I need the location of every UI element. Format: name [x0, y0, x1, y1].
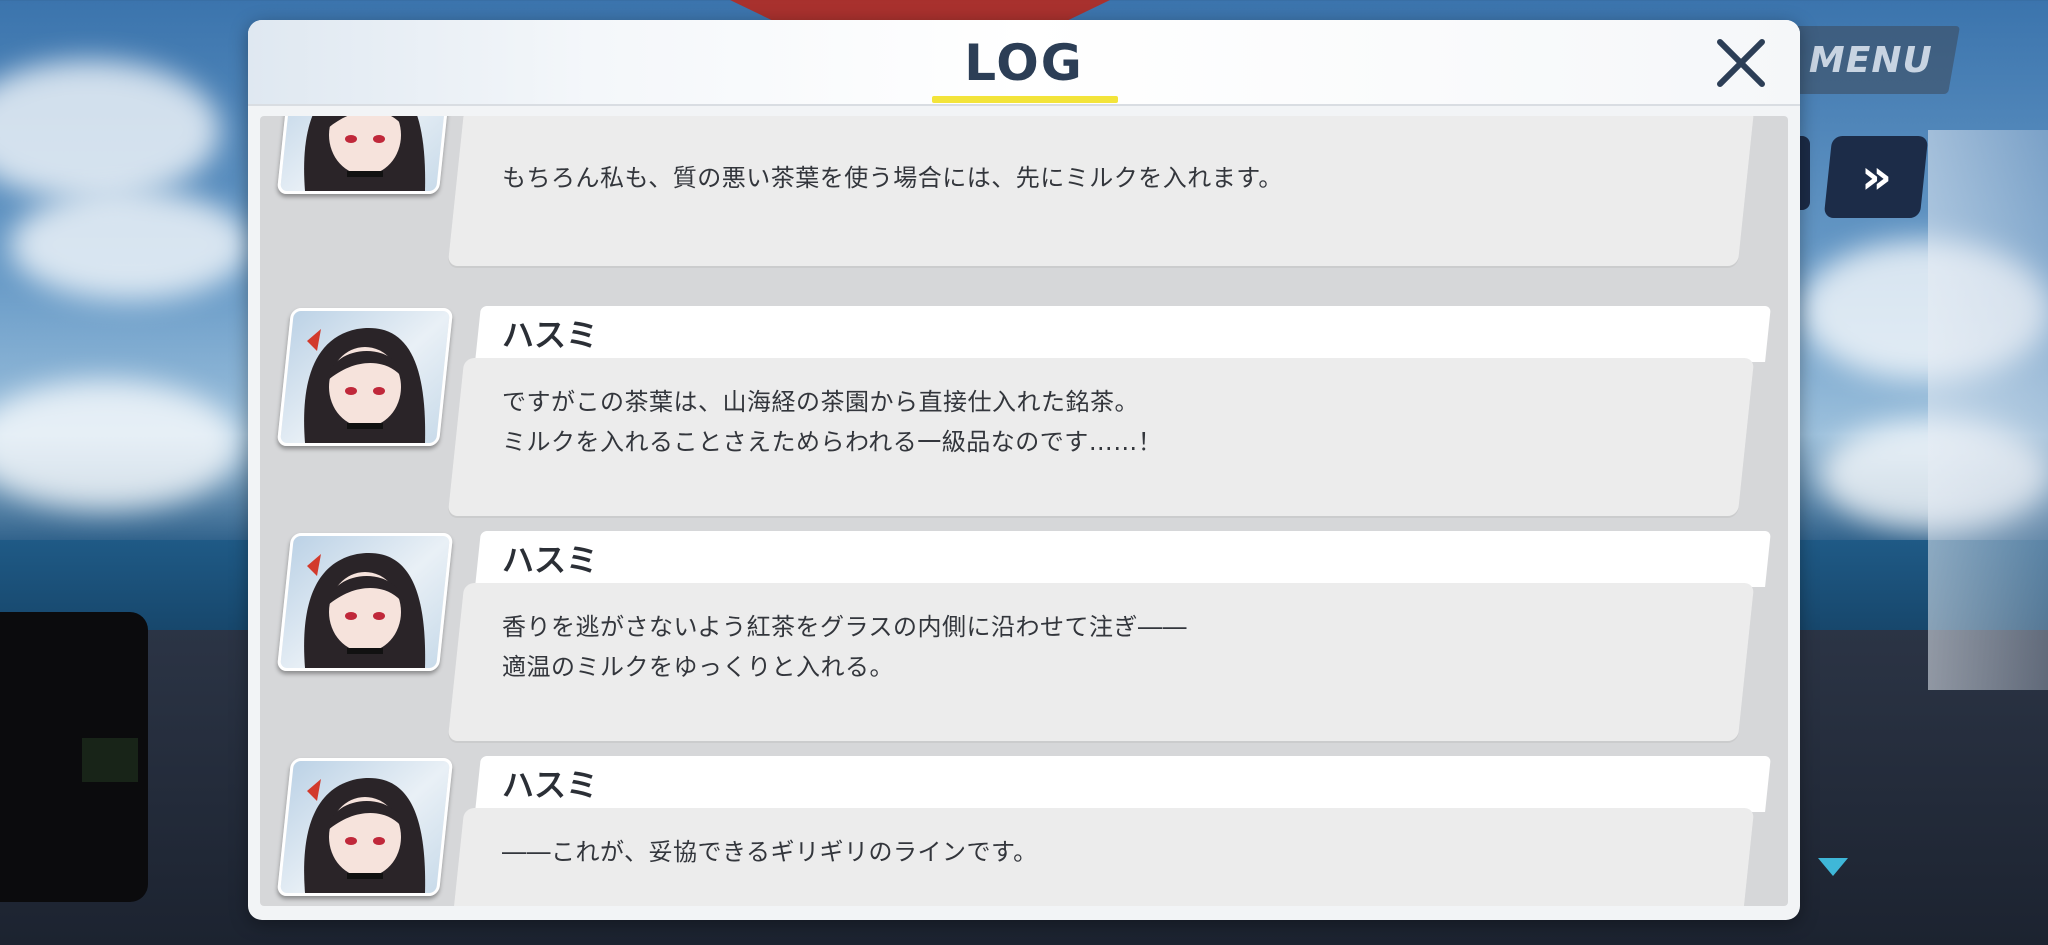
character-portrait	[276, 116, 454, 194]
log-title: LOG	[964, 34, 1084, 92]
skip-icon: »	[1861, 149, 1883, 205]
menu-button-label: MENU	[1809, 39, 1933, 81]
speaker-name-bar	[475, 306, 1771, 362]
background-cloud	[0, 60, 220, 200]
log-header: LOG	[248, 20, 1800, 106]
dialogue-line: ――これが、妥協できるギリギリのラインです。	[502, 838, 1038, 866]
character-portrait	[276, 308, 454, 446]
dialogue-line: もちろん私も、質の悪い茶葉を使う場合には、先にミルクを入れます。	[502, 164, 1283, 192]
close-button[interactable]	[1710, 32, 1772, 94]
character-portrait	[276, 758, 454, 896]
log-dialog: LOG もちろん私も、質の悪い茶葉を使う場合には、先にミルクを入れます。 ハスミ…	[248, 20, 1800, 920]
log-entry: ハスミ ――これが、妥協できるギリギリのラインです。	[260, 756, 1788, 906]
title-underline	[932, 96, 1118, 103]
hasumi-portrait-icon	[304, 116, 426, 191]
hasumi-portrait-icon	[304, 777, 426, 893]
speaker-name: ハスミ	[502, 316, 599, 354]
skip-button[interactable]: »	[1823, 136, 1929, 218]
background-cloud	[0, 380, 240, 510]
dialogue-line: 適温のミルクをゆっくりと入れる。	[502, 653, 894, 681]
dialogue-line: ミルクを入れることさえためらわれる一級品なのです……！	[502, 428, 1163, 456]
speaker-name: ハスミ	[502, 766, 599, 804]
background-pillar	[1928, 130, 2048, 690]
background-cloud	[10, 190, 250, 300]
close-icon	[1717, 39, 1765, 87]
scroll-down-indicator-icon	[1818, 858, 1848, 876]
dialogue-line: ですがこの茶葉は、山海経の茶園から直接仕入れた銘茶。	[502, 388, 1139, 416]
character-portrait	[276, 533, 454, 671]
log-scroll-area[interactable]: もちろん私も、質の悪い茶葉を使う場合には、先にミルクを入れます。 ハスミ ですが…	[260, 116, 1788, 906]
menu-button[interactable]: MENU	[1782, 26, 1960, 94]
log-entry: ハスミ 香りを逃がさないよう紅茶をグラスの内側に沿わせて注ぎ―― 適温のミルクを…	[260, 531, 1788, 741]
speaker-name-bar	[475, 531, 1771, 587]
background-red-ornament	[730, 0, 1110, 22]
background-window	[82, 738, 138, 782]
speaker-name: ハスミ	[502, 541, 599, 579]
hasumi-portrait-icon	[304, 327, 426, 443]
dialogue-line: 香りを逃がさないよう紅茶をグラスの内側に沿わせて注ぎ――	[502, 613, 1188, 641]
log-entry: ハスミ ですがこの茶葉は、山海経の茶園から直接仕入れた銘茶。 ミルクを入れること…	[260, 306, 1788, 516]
speaker-name-bar	[475, 756, 1771, 812]
log-entry: もちろん私も、質の悪い茶葉を使う場合には、先にミルクを入れます。	[260, 116, 1788, 266]
hasumi-portrait-icon	[304, 552, 426, 668]
